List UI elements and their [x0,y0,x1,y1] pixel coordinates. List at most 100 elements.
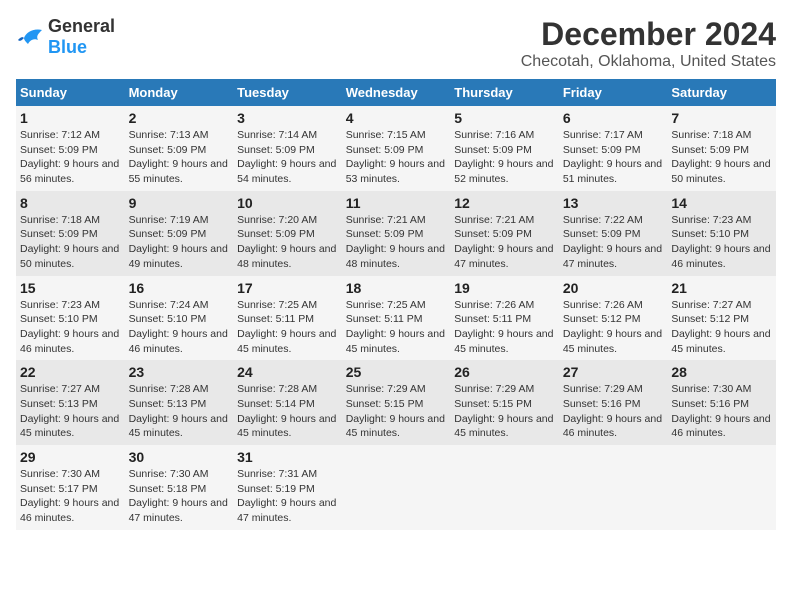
day-info: Sunrise: 7:30 AM Sunset: 5:16 PM Dayligh… [671,382,772,441]
day-info: Sunrise: 7:26 AM Sunset: 5:11 PM Dayligh… [454,298,555,357]
day-cell [342,445,451,530]
day-cell: 9 Sunrise: 7:19 AM Sunset: 5:09 PM Dayli… [125,191,234,276]
sunrise: Sunrise: 7:23 AM [671,214,751,226]
week-row-1: 1 Sunrise: 7:12 AM Sunset: 5:09 PM Dayli… [16,106,776,191]
day-info: Sunrise: 7:13 AM Sunset: 5:09 PM Dayligh… [129,128,230,187]
day-info: Sunrise: 7:23 AM Sunset: 5:10 PM Dayligh… [20,298,121,357]
sunset: Sunset: 5:10 PM [129,313,207,325]
sunrise: Sunrise: 7:29 AM [563,383,643,395]
day-number: 4 [346,110,447,126]
calendar-header: Sunday Monday Tuesday Wednesday Thursday… [16,79,776,106]
sunrise: Sunrise: 7:27 AM [20,383,100,395]
header-monday: Monday [125,79,234,106]
day-cell: 3 Sunrise: 7:14 AM Sunset: 5:09 PM Dayli… [233,106,342,191]
logo-general: General [48,16,115,36]
sunset: Sunset: 5:10 PM [671,228,749,240]
daylight: Daylight: 9 hours and 45 minutes. [346,328,445,355]
sunset: Sunset: 5:18 PM [129,483,207,495]
day-number: 24 [237,364,338,380]
day-number: 12 [454,195,555,211]
daylight: Daylight: 9 hours and 46 minutes. [671,243,770,270]
daylight: Daylight: 9 hours and 48 minutes. [237,243,336,270]
sunrise: Sunrise: 7:14 AM [237,129,317,141]
day-cell: 30 Sunrise: 7:30 AM Sunset: 5:18 PM Dayl… [125,445,234,530]
day-cell: 27 Sunrise: 7:29 AM Sunset: 5:16 PM Dayl… [559,360,668,445]
day-info: Sunrise: 7:27 AM Sunset: 5:13 PM Dayligh… [20,382,121,441]
day-info: Sunrise: 7:18 AM Sunset: 5:09 PM Dayligh… [20,213,121,272]
logo-blue: Blue [48,37,87,57]
day-number: 8 [20,195,121,211]
day-info: Sunrise: 7:24 AM Sunset: 5:10 PM Dayligh… [129,298,230,357]
day-cell: 7 Sunrise: 7:18 AM Sunset: 5:09 PM Dayli… [667,106,776,191]
sunrise: Sunrise: 7:20 AM [237,214,317,226]
daylight: Daylight: 9 hours and 45 minutes. [237,413,336,440]
sunset: Sunset: 5:16 PM [563,398,641,410]
sunset: Sunset: 5:09 PM [454,228,532,240]
day-number: 22 [20,364,121,380]
sunset: Sunset: 5:09 PM [129,144,207,156]
day-cell: 16 Sunrise: 7:24 AM Sunset: 5:10 PM Dayl… [125,276,234,361]
day-number: 18 [346,280,447,296]
day-number: 17 [237,280,338,296]
day-number: 2 [129,110,230,126]
daylight: Daylight: 9 hours and 56 minutes. [20,158,119,185]
day-info: Sunrise: 7:25 AM Sunset: 5:11 PM Dayligh… [346,298,447,357]
day-number: 26 [454,364,555,380]
sunset: Sunset: 5:09 PM [454,144,532,156]
day-info: Sunrise: 7:15 AM Sunset: 5:09 PM Dayligh… [346,128,447,187]
sunrise: Sunrise: 7:25 AM [346,299,426,311]
sunset: Sunset: 5:13 PM [129,398,207,410]
day-cell: 17 Sunrise: 7:25 AM Sunset: 5:11 PM Dayl… [233,276,342,361]
day-cell: 20 Sunrise: 7:26 AM Sunset: 5:12 PM Dayl… [559,276,668,361]
sunset: Sunset: 5:09 PM [129,228,207,240]
sunset: Sunset: 5:13 PM [20,398,98,410]
daylight: Daylight: 9 hours and 45 minutes. [563,328,662,355]
daylight: Daylight: 9 hours and 51 minutes. [563,158,662,185]
day-cell: 6 Sunrise: 7:17 AM Sunset: 5:09 PM Dayli… [559,106,668,191]
day-number: 9 [129,195,230,211]
daylight: Daylight: 9 hours and 53 minutes. [346,158,445,185]
sunrise: Sunrise: 7:27 AM [671,299,751,311]
sunrise: Sunrise: 7:23 AM [20,299,100,311]
sunrise: Sunrise: 7:30 AM [129,468,209,480]
sunrise: Sunrise: 7:21 AM [454,214,534,226]
sunrise: Sunrise: 7:15 AM [346,129,426,141]
day-info: Sunrise: 7:28 AM Sunset: 5:13 PM Dayligh… [129,382,230,441]
logo: General Blue [16,16,115,58]
sunrise: Sunrise: 7:28 AM [237,383,317,395]
sunset: Sunset: 5:14 PM [237,398,315,410]
day-info: Sunrise: 7:26 AM Sunset: 5:12 PM Dayligh… [563,298,664,357]
main-title: December 2024 [521,16,776,53]
sunrise: Sunrise: 7:26 AM [454,299,534,311]
daylight: Daylight: 9 hours and 48 minutes. [346,243,445,270]
header-friday: Friday [559,79,668,106]
day-number: 23 [129,364,230,380]
day-number: 27 [563,364,664,380]
sunset: Sunset: 5:09 PM [346,228,424,240]
day-info: Sunrise: 7:21 AM Sunset: 5:09 PM Dayligh… [454,213,555,272]
header-tuesday: Tuesday [233,79,342,106]
week-row-5: 29 Sunrise: 7:30 AM Sunset: 5:17 PM Dayl… [16,445,776,530]
sunset: Sunset: 5:09 PM [671,144,749,156]
day-number: 13 [563,195,664,211]
day-info: Sunrise: 7:25 AM Sunset: 5:11 PM Dayligh… [237,298,338,357]
day-cell: 11 Sunrise: 7:21 AM Sunset: 5:09 PM Dayl… [342,191,451,276]
sunrise: Sunrise: 7:30 AM [671,383,751,395]
logo-text: General Blue [48,16,115,58]
day-info: Sunrise: 7:30 AM Sunset: 5:18 PM Dayligh… [129,467,230,526]
sunrise: Sunrise: 7:22 AM [563,214,643,226]
day-number: 19 [454,280,555,296]
day-cell: 14 Sunrise: 7:23 AM Sunset: 5:10 PM Dayl… [667,191,776,276]
day-cell: 22 Sunrise: 7:27 AM Sunset: 5:13 PM Dayl… [16,360,125,445]
header-wednesday: Wednesday [342,79,451,106]
sunrise: Sunrise: 7:24 AM [129,299,209,311]
day-cell: 15 Sunrise: 7:23 AM Sunset: 5:10 PM Dayl… [16,276,125,361]
day-cell: 18 Sunrise: 7:25 AM Sunset: 5:11 PM Dayl… [342,276,451,361]
day-info: Sunrise: 7:29 AM Sunset: 5:15 PM Dayligh… [454,382,555,441]
daylight: Daylight: 9 hours and 46 minutes. [563,413,662,440]
sunset: Sunset: 5:11 PM [346,313,423,325]
day-number: 29 [20,449,121,465]
sunrise: Sunrise: 7:12 AM [20,129,100,141]
sunset: Sunset: 5:15 PM [346,398,424,410]
day-cell: 4 Sunrise: 7:15 AM Sunset: 5:09 PM Dayli… [342,106,451,191]
